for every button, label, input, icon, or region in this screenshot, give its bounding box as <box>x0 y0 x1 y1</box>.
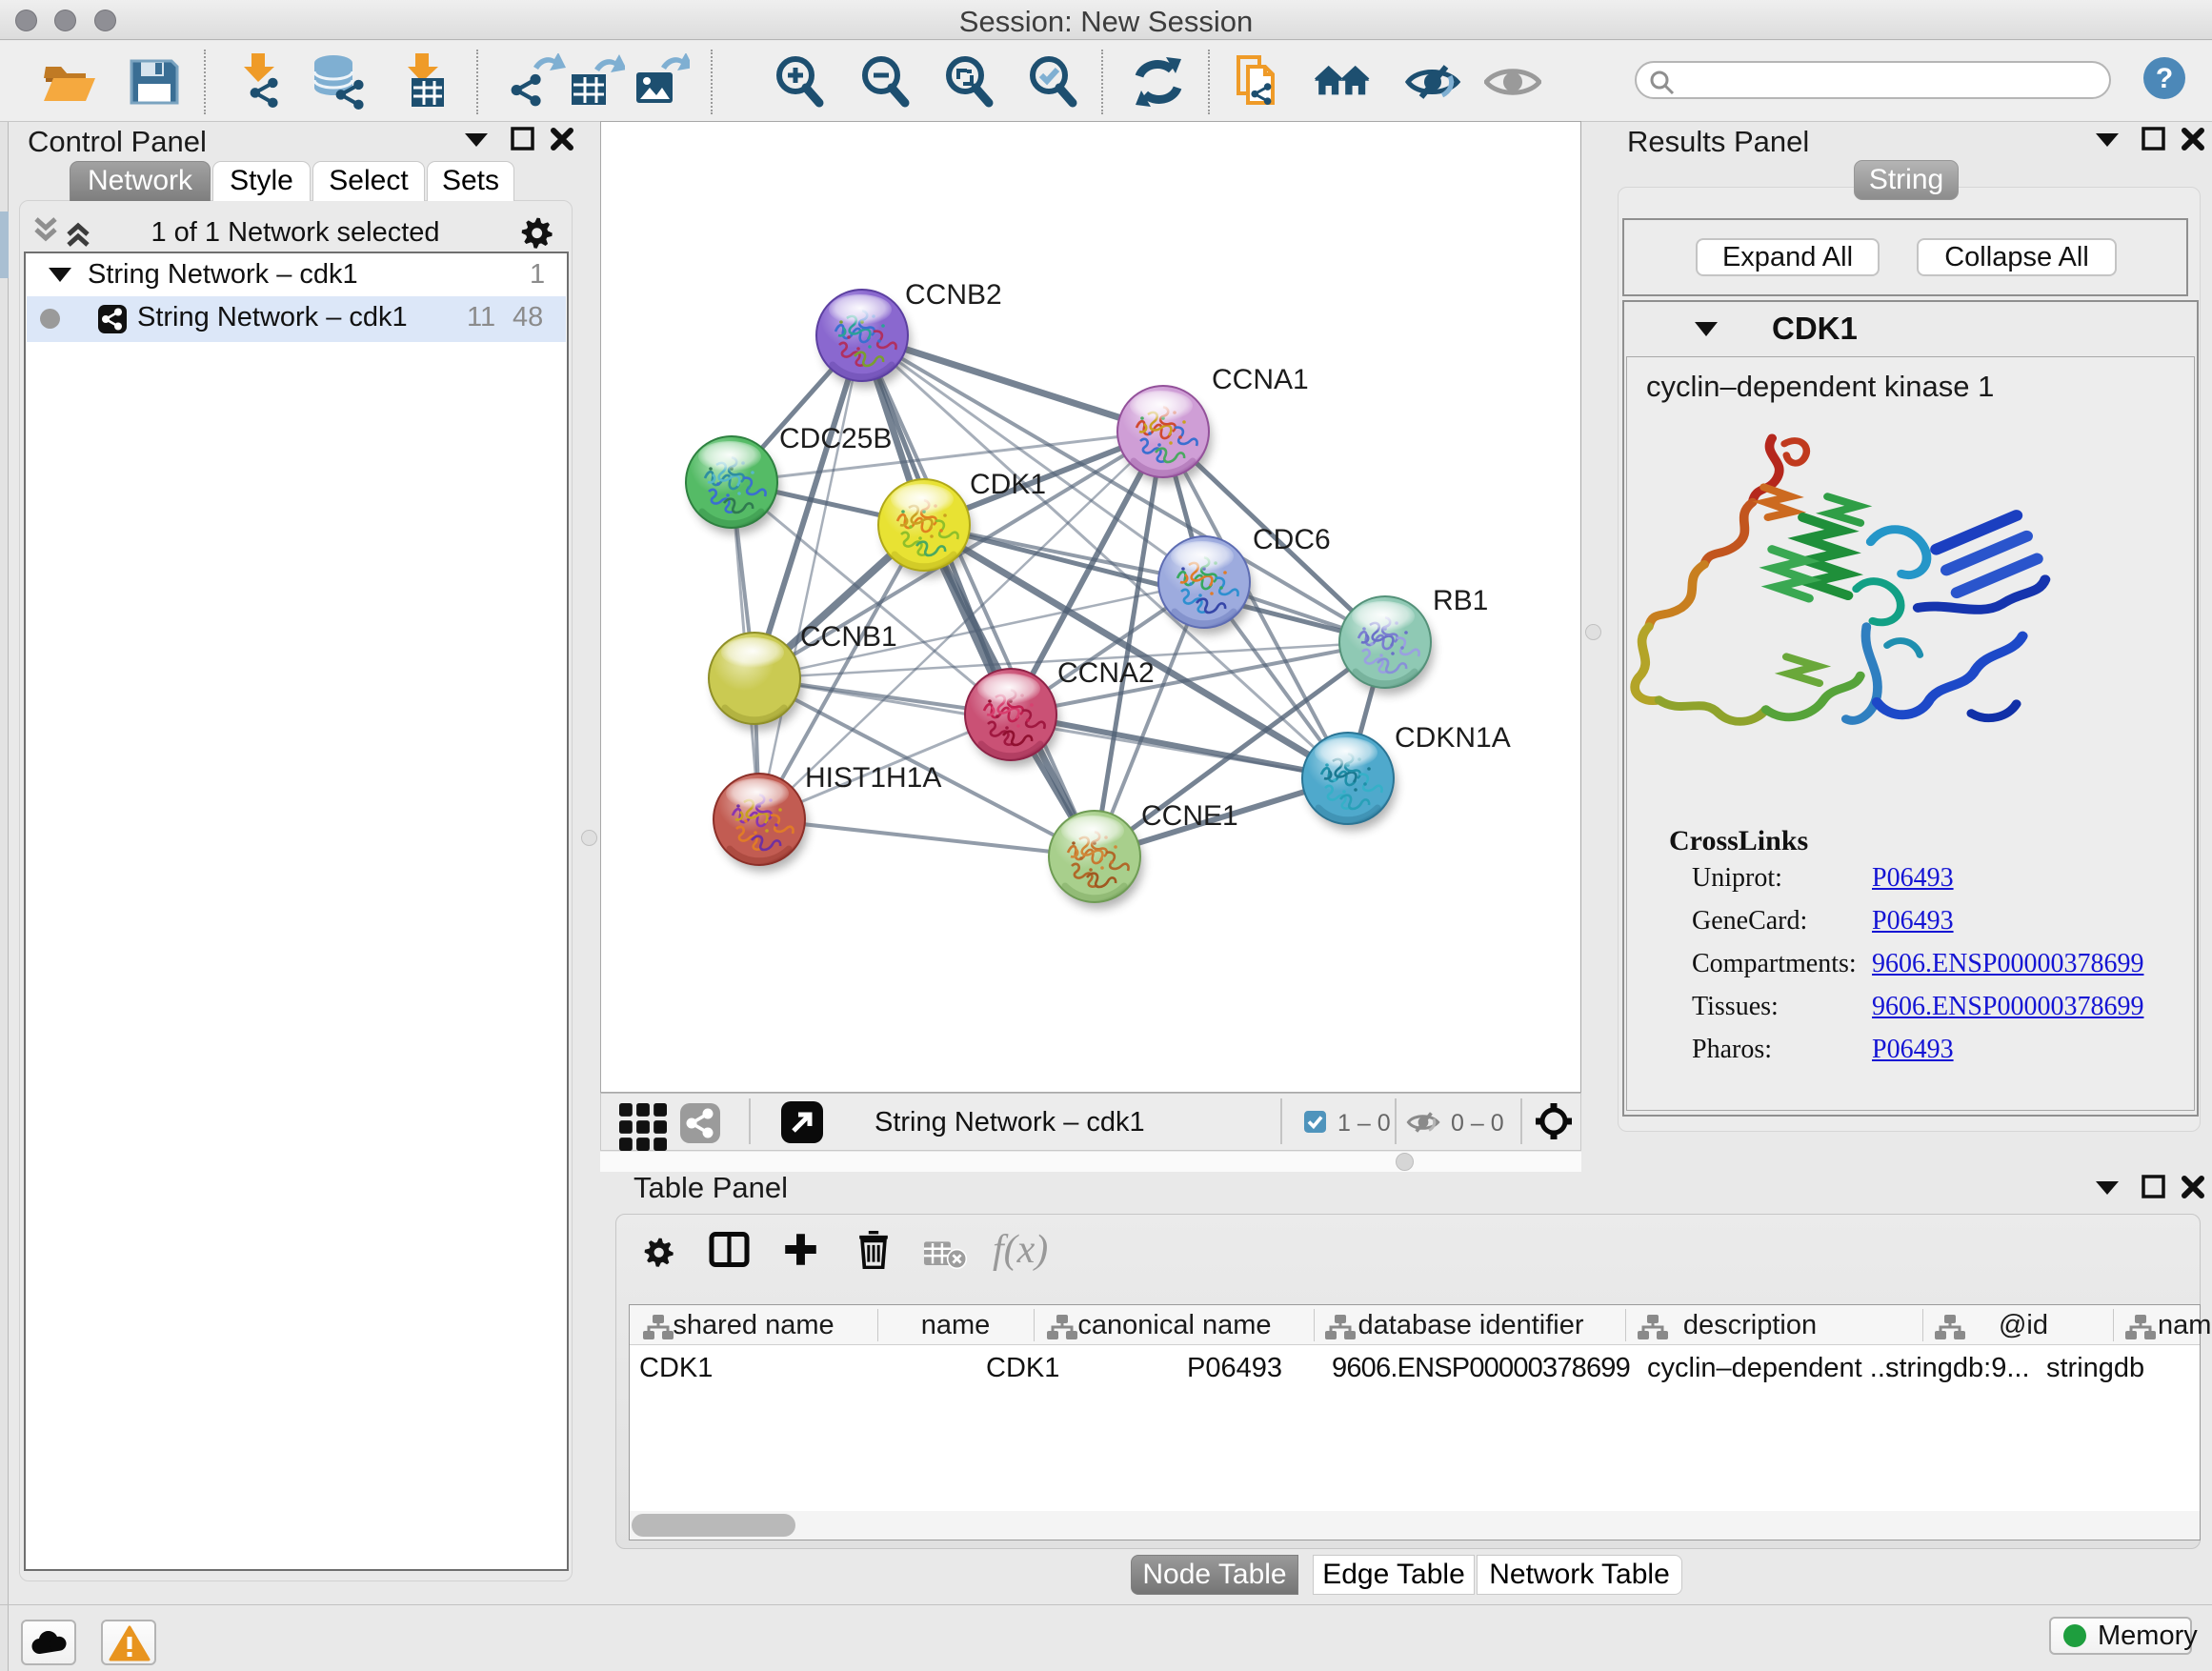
svg-text:CCNE1: CCNE1 <box>1141 800 1238 832</box>
svg-text:CDK1: CDK1 <box>970 469 1046 500</box>
svg-text:?: ? <box>2156 63 2173 94</box>
svg-text:CCNB1: CCNB1 <box>800 621 897 653</box>
svg-text:CCNB2: CCNB2 <box>905 279 1002 311</box>
svg-text:CCNA1: CCNA1 <box>1212 364 1309 395</box>
svg-text:CDC25B: CDC25B <box>779 423 892 454</box>
svg-text:CDC6: CDC6 <box>1253 524 1331 555</box>
svg-text:RB1: RB1 <box>1433 585 1488 616</box>
svg-text:CDKN1A: CDKN1A <box>1395 722 1511 754</box>
svg-text:CCNA2: CCNA2 <box>1057 657 1155 689</box>
svg-text:HIST1H1A: HIST1H1A <box>805 762 941 794</box>
